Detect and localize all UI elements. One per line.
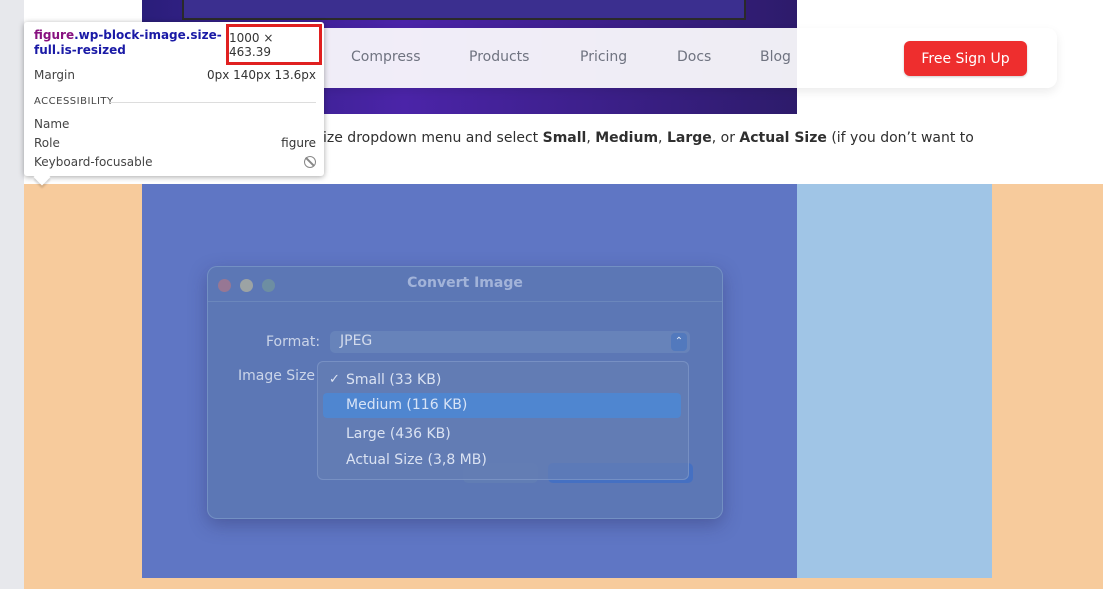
divider [110, 102, 316, 103]
role-value: figure [281, 136, 316, 150]
free-signup-button[interactable]: Free Sign Up [904, 41, 1027, 76]
nav-blog[interactable]: Blog [760, 49, 791, 65]
element-selector: figure.wp-block-image.size-full.is-resiz… [34, 28, 222, 57]
accessibility-section-heading: ACCESSIBILITY [34, 96, 114, 107]
stepper-icon: ⌃ [671, 333, 687, 351]
option-small[interactable]: Small (33 KB) [346, 372, 441, 388]
dialog-title: Convert Image [407, 275, 523, 291]
option-medium[interactable]: Medium (116 KB) [323, 393, 681, 418]
nav-pricing[interactable]: Pricing [580, 49, 627, 65]
role-label: Role [34, 136, 60, 150]
image-size-label: Image Size [238, 368, 316, 384]
devtools-inspect-tooltip: figure.wp-block-image.size-full.is-resiz… [24, 22, 324, 186]
figure-margin-right-highlight [797, 184, 992, 578]
convert-image-dialog: Convert Image Format: JPEG ⌃ Image Size … [207, 266, 723, 519]
option-actual-size[interactable]: Actual Size (3,8 MB) [346, 452, 487, 468]
keyboard-focusable-label: Keyboard-focusable [34, 155, 153, 169]
nav-compress[interactable]: Compress [351, 49, 421, 65]
not-allowed-icon [304, 156, 316, 168]
format-select[interactable]: JPEG ⌃ [330, 331, 690, 353]
margin-value: 0px 140px 13.6px [206, 68, 316, 82]
image-size-dropdown: ✓ Small (33 KB) Medium (116 KB) Large (4… [317, 361, 689, 480]
margin-label: Margin [34, 68, 75, 82]
format-label: Format: [266, 334, 321, 350]
name-label: Name [34, 117, 70, 131]
checkmark-icon: ✓ [329, 372, 340, 387]
nav-docs[interactable]: Docs [677, 49, 711, 65]
element-dimensions: 1000 × 463.39 [226, 24, 322, 65]
option-large[interactable]: Large (436 KB) [346, 426, 451, 442]
nav-products[interactable]: Products [469, 49, 529, 65]
article-paragraph: ize dropdown menu and select Small, Medi… [323, 130, 974, 146]
